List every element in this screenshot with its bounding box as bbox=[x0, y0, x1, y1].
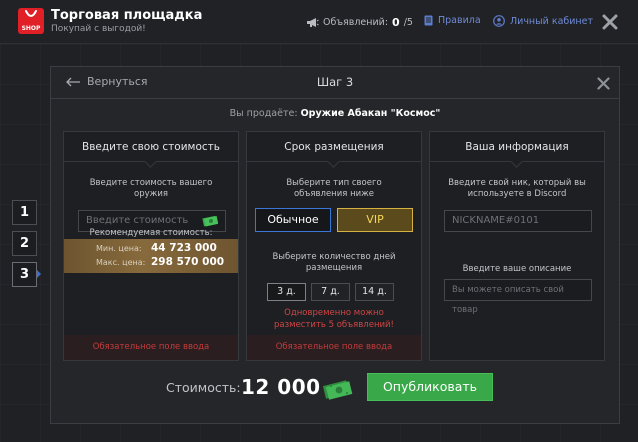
term-panel: Срок размещения Выберите тип своего объя… bbox=[246, 131, 422, 361]
description-instruction: Введите ваше описание bbox=[462, 264, 572, 274]
close-modal-icon[interactable] bbox=[597, 77, 610, 90]
days-7-button[interactable]: 7 д. bbox=[311, 283, 350, 301]
shopping-bag-icon bbox=[25, 10, 37, 17]
megaphone-icon bbox=[307, 18, 319, 27]
cabinet-link[interactable]: Личный кабинет bbox=[493, 15, 593, 27]
cost-value: 12 000 bbox=[241, 375, 321, 399]
min-price-label: Мин. цена: bbox=[96, 244, 142, 253]
term-panel-title: Срок размещения bbox=[247, 132, 421, 162]
type-normal-button[interactable]: Обычное bbox=[255, 208, 331, 232]
nickname-placeholder: NICKNAME#0101 bbox=[452, 215, 540, 226]
ads-counter-label: Объявлений: bbox=[323, 17, 389, 28]
price-instruction: Введите стоимость вашего оружия bbox=[89, 178, 213, 199]
selling-item: Вы продаёте: Оружие Абакан "Космос" bbox=[51, 108, 619, 119]
logo-text: SHOP bbox=[21, 25, 41, 32]
ads-limit-warning: Одновременно можно разместить 5 объявлен… bbox=[274, 308, 394, 330]
min-price-value: 44 723 000 bbox=[151, 242, 217, 254]
shop-logo: SHOP bbox=[18, 8, 44, 34]
app-subtitle: Покупай с выгодой! bbox=[51, 24, 146, 34]
days-instruction: Выберите количество дней размещения bbox=[272, 252, 396, 273]
description-input[interactable]: Вы можете описать свой товар bbox=[444, 279, 592, 315]
days-3-button[interactable]: 3 д. bbox=[267, 283, 306, 301]
price-required-notice: Обязательное поле ввода bbox=[64, 335, 238, 360]
max-price-value: 298 570 000 bbox=[151, 256, 225, 268]
max-price-label: Макс. цена: bbox=[96, 258, 146, 267]
description-placeholder: Вы можете описать свой товар bbox=[452, 285, 564, 315]
modal-header: Вернуться Шаг 3 bbox=[51, 67, 619, 99]
step-modal: Вернуться Шаг 3 Вы продаёте: Оружие Абак… bbox=[50, 66, 620, 424]
info-panel-title: Ваша информация bbox=[430, 132, 604, 162]
recommended-label: Рекомендуемая стоимость: bbox=[89, 228, 213, 238]
rules-link-label: Правила bbox=[438, 15, 481, 26]
ads-max: /5 bbox=[403, 17, 413, 28]
item-name: Оружие Абакан "Космос" bbox=[300, 108, 441, 119]
document-icon bbox=[424, 15, 433, 26]
top-bar: SHOP Торговая площадка Покупай с выгодой… bbox=[0, 0, 638, 44]
nickname-input[interactable]: NICKNAME#0101 bbox=[444, 210, 592, 232]
type-vip-button[interactable]: VIP bbox=[337, 208, 413, 232]
money-icon bbox=[202, 215, 218, 227]
selling-label: Вы продаёте: bbox=[229, 108, 298, 119]
cabinet-link-label: Личный кабинет bbox=[510, 15, 594, 27]
step-3[interactable]: 3 bbox=[12, 262, 37, 287]
info-panel: Ваша информация Введите свой ник, которы… bbox=[429, 131, 605, 361]
active-step-indicator bbox=[37, 270, 41, 278]
back-button[interactable]: Вернуться bbox=[65, 75, 148, 88]
price-panel: Введите свою стоимость Введите стоимость… bbox=[63, 131, 239, 361]
step-1[interactable]: 1 bbox=[12, 200, 37, 225]
price-panel-title: Введите свою стоимость bbox=[64, 132, 238, 162]
user-icon bbox=[493, 15, 505, 27]
ads-counter: Объявлений: 0 /5 bbox=[306, 16, 413, 29]
app-title: Торговая площадка bbox=[51, 8, 203, 23]
recommended-price-box: Мин. цена: 44 723 000 Макс. цена: 298 57… bbox=[64, 239, 238, 273]
arrow-left-icon bbox=[66, 77, 80, 86]
days-14-button[interactable]: 14 д. bbox=[355, 283, 394, 301]
publish-button[interactable]: Опубликовать bbox=[367, 373, 493, 401]
term-required-notice: Обязательное поле ввода bbox=[247, 335, 421, 360]
back-button-label: Вернуться bbox=[87, 75, 148, 88]
close-app-icon[interactable] bbox=[600, 12, 620, 32]
cost-label: Стоимость: bbox=[166, 380, 241, 395]
rules-link[interactable]: Правила bbox=[424, 15, 481, 26]
nick-instruction: Введите свой ник, который вы используете… bbox=[448, 178, 586, 199]
money-stack-icon bbox=[322, 380, 353, 400]
type-instruction: Выберите тип своего объявления ниже bbox=[286, 178, 382, 199]
ads-count: 0 bbox=[392, 16, 400, 29]
price-input-placeholder: Введите стоимость bbox=[86, 215, 189, 226]
step-2[interactable]: 2 bbox=[12, 231, 37, 256]
